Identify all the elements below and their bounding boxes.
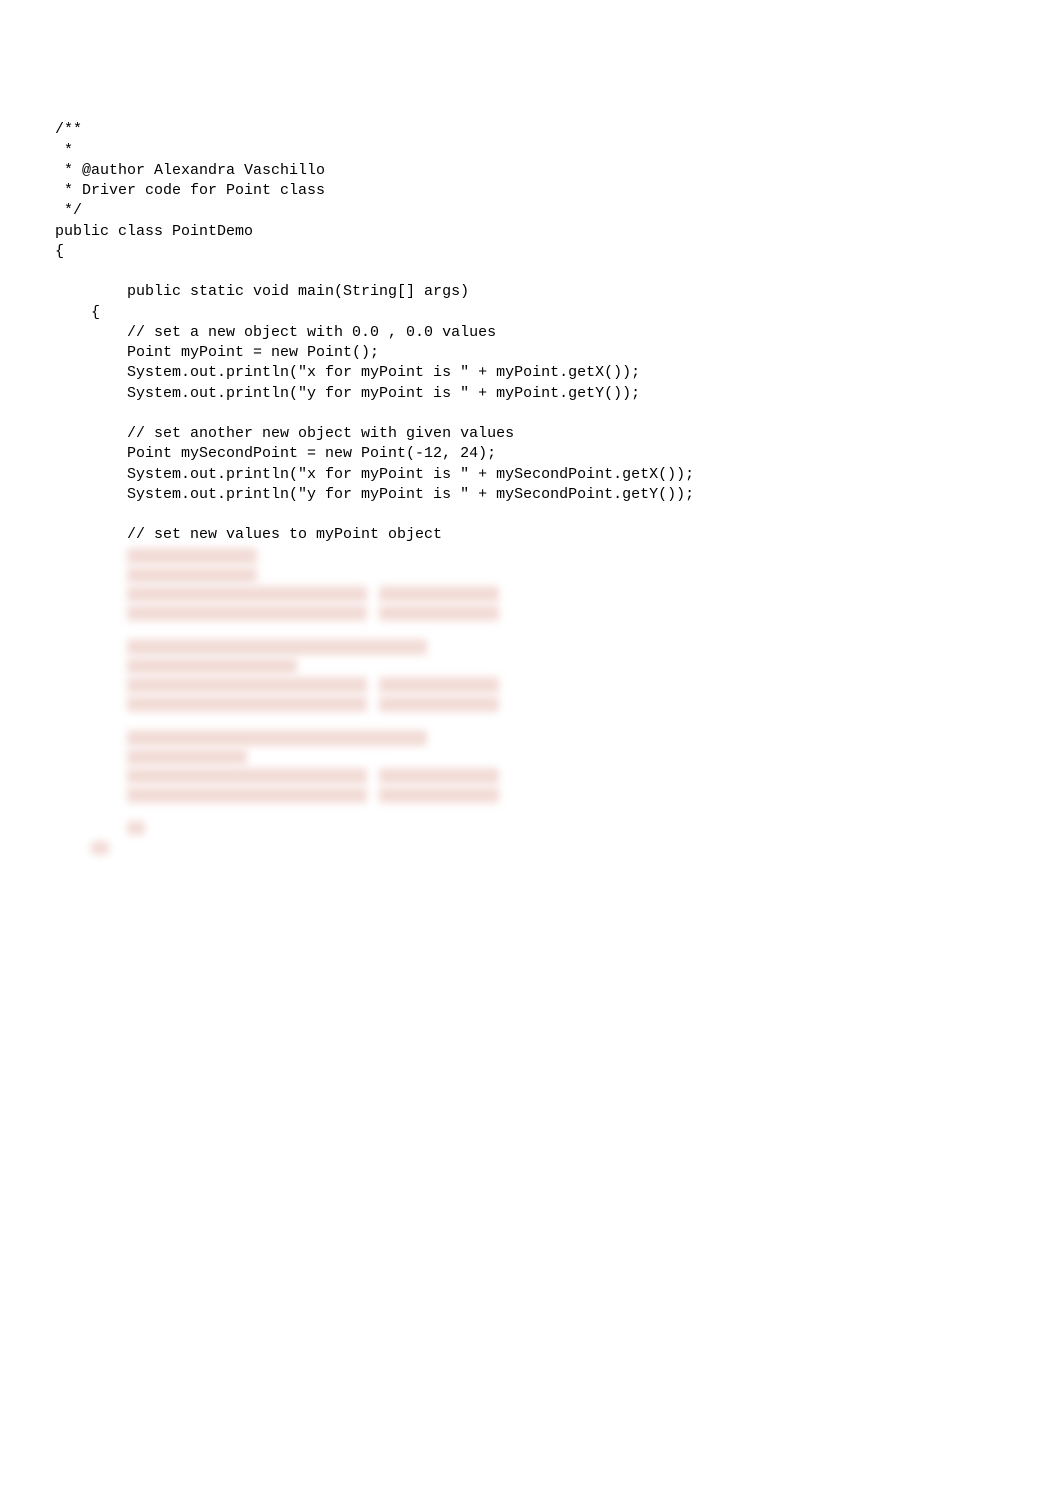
code-line: // set a new object with 0.0 , 0.0 value…	[55, 324, 496, 341]
code-line: System.out.println("y for myPoint is " +…	[55, 385, 640, 402]
code-line: Point myPoint = new Point();	[55, 344, 379, 361]
code-line: System.out.println("y for myPoint is " +…	[55, 486, 694, 503]
code-line: * @author Alexandra Vaschillo	[55, 162, 325, 179]
code-line: *	[55, 142, 73, 159]
code-line: System.out.println("x for myPoint is " +…	[55, 364, 640, 381]
code-line: */	[55, 202, 82, 219]
code-line: Point mySecondPoint = new Point(-12, 24)…	[55, 445, 496, 462]
code-line: // set new values to myPoint object	[55, 526, 442, 543]
code-line: System.out.println("x for myPoint is " +…	[55, 466, 694, 483]
code-line: /**	[55, 121, 82, 138]
code-line: public class PointDemo	[55, 223, 253, 240]
blurred-brace-region	[91, 821, 1062, 855]
code-line: {	[55, 304, 100, 321]
code-line: * Driver code for Point class	[55, 182, 325, 199]
code-line: public static void main(String[] args)	[55, 283, 469, 300]
code-line: {	[55, 243, 64, 260]
blurred-code-region	[127, 548, 1062, 803]
code-line: // set another new object with given val…	[55, 425, 514, 442]
code-content: /** * * @author Alexandra Vaschillo * Dr…	[55, 100, 1062, 546]
